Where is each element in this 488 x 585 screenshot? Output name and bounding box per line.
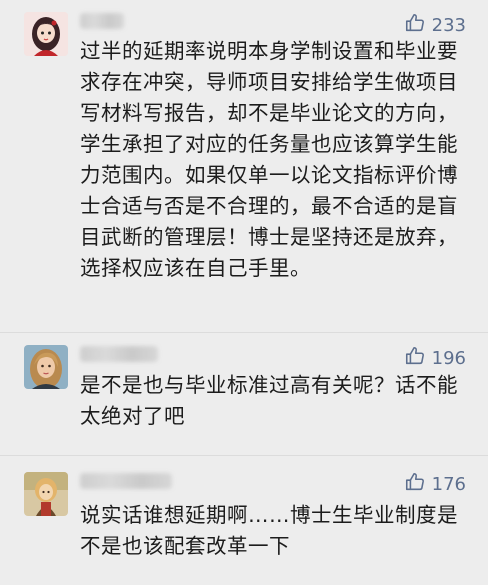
avatar[interactable]	[24, 472, 68, 516]
comment-text: 过半的延期率说明本身学制设置和毕业要求存在冲突，导师项目安排给学生做项目写材料写…	[80, 39, 458, 280]
comment-text: 是不是也与毕业标准过高有关呢？话不能太绝对了吧	[80, 373, 458, 428]
comment-item: 176 说实话谁想延期啊……博士生毕业制度是不是也该配套改革一下	[0, 456, 488, 585]
thumbs-up-icon	[404, 345, 426, 372]
like-count: 233	[431, 15, 466, 36]
thumbs-up-icon	[404, 12, 426, 39]
username-blurred[interactable]	[80, 13, 124, 29]
like-button[interactable]: 176	[404, 471, 466, 498]
comment-item: 233 过半的延期率说明本身学制设置和毕业要求存在冲突，导师项目安排给学生做项目…	[0, 0, 488, 330]
username-blurred[interactable]	[80, 473, 172, 489]
comment-text: 说实话谁想延期啊……博士生毕业制度是不是也该配套改革一下	[80, 503, 458, 558]
like-button[interactable]: 233	[404, 12, 466, 39]
like-count: 176	[431, 474, 466, 495]
comment-item: 196 是不是也与毕业标准过高有关呢？话不能太绝对了吧	[0, 333, 488, 455]
thumbs-up-icon	[404, 471, 426, 498]
avatar[interactable]	[24, 345, 68, 389]
username-blurred[interactable]	[80, 346, 158, 362]
avatar[interactable]	[24, 12, 68, 56]
like-button[interactable]: 196	[404, 345, 466, 372]
like-count: 196	[431, 348, 466, 369]
